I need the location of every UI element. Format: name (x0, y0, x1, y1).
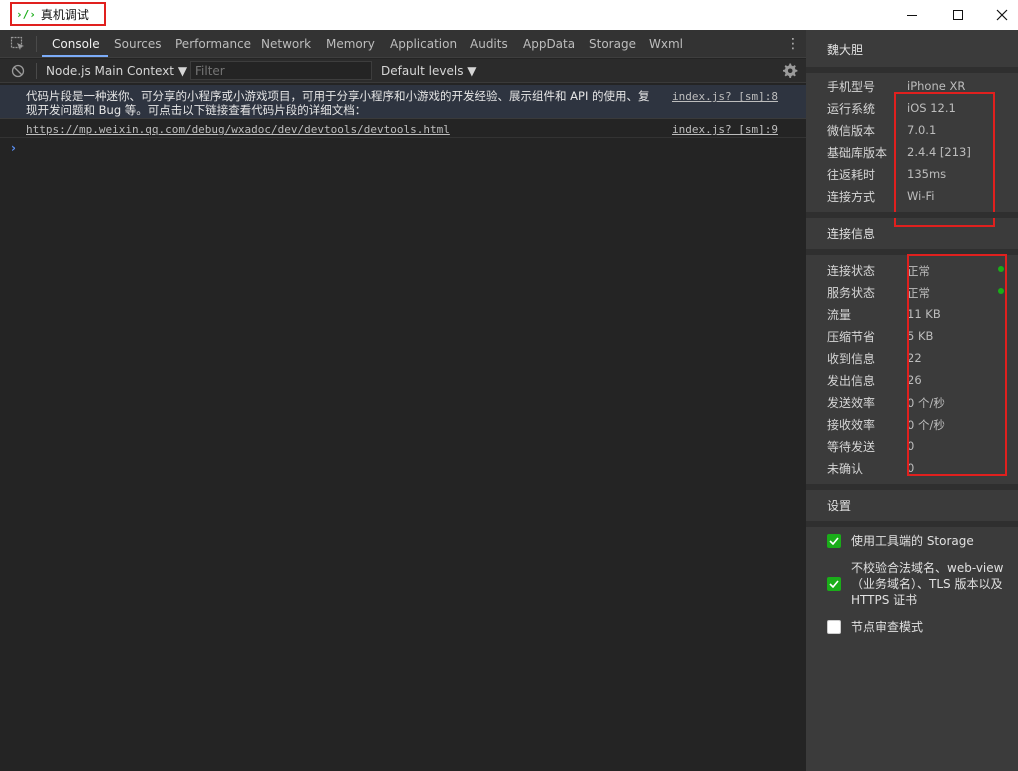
tab-audits[interactable]: Audits (470, 30, 508, 58)
setting-skip-domain-check[interactable]: 不校验合法域名、web-view（业务域名）、TLS 版本以及 HTTPS 证书 (827, 560, 1007, 608)
tab-appdata[interactable]: AppData (523, 30, 575, 58)
active-tab-indicator (42, 55, 108, 57)
close-button[interactable] (979, 0, 1018, 30)
window-titlebar: ›/› 真机调试 (0, 0, 1018, 30)
device-info-label: 连接方式 (827, 190, 876, 204)
console-output: 代码片段是一种迷你、可分享的小程序或小游戏项目，可用于分享小程序和小游戏的开发经… (0, 84, 806, 771)
maximize-icon (953, 10, 963, 20)
tab-performance[interactable]: Performance (175, 30, 251, 58)
user-name: 魏大胆 (827, 43, 864, 57)
tab-separator (36, 36, 37, 52)
inspect-element-icon[interactable] (10, 36, 26, 52)
connection-info-label: 接收效率 (827, 418, 876, 432)
connection-info-label: 等待发送 (827, 440, 876, 454)
minimize-button[interactable] (889, 0, 935, 30)
connection-info-label: 压缩节省 (827, 330, 876, 344)
tab-memory[interactable]: Memory (326, 30, 375, 58)
section-divider (806, 484, 1018, 490)
setting-use-tool-storage[interactable]: 使用工具端的 Storage (827, 533, 1007, 549)
gear-icon[interactable] (781, 62, 798, 79)
section-divider (806, 212, 1018, 218)
annotation-highlight-box (894, 92, 995, 227)
connection-info-label: 连接状态 (827, 264, 876, 278)
log-levels-dropdown[interactable]: Default levels ▼ (381, 59, 477, 83)
tab-application[interactable]: Application (390, 30, 457, 58)
connection-info-label: 收到信息 (827, 352, 876, 366)
tab-network[interactable]: Network (261, 30, 311, 58)
section-divider (806, 67, 1018, 73)
filter-input[interactable] (190, 61, 372, 80)
connection-info-label: 发送效率 (827, 396, 876, 410)
console-message-source-link[interactable]: index.js? [sm]:9 (672, 123, 778, 136)
setting-node-inspect-mode[interactable]: 节点审查模式 (827, 619, 1007, 635)
toolbar-separator (36, 63, 37, 79)
connection-info-label: 流量 (827, 308, 852, 322)
close-icon (996, 9, 1008, 21)
connection-info-header: 连接信息 (827, 227, 876, 241)
checkbox-unchecked-icon[interactable] (827, 620, 841, 634)
window-title: 真机调试 (40, 7, 89, 22)
console-toolbar: Node.js Main Context ▼ Default levels ▼ (0, 59, 806, 83)
device-info-label: 基础库版本 (827, 146, 888, 160)
more-options-icon[interactable]: ⋮ (786, 36, 800, 52)
window-title-area: ›/› 真机调试 (10, 2, 106, 26)
connection-info-label: 发出信息 (827, 374, 876, 388)
device-info-value: iPhone XR (907, 79, 966, 93)
tab-console[interactable]: Console (52, 30, 100, 58)
checkbox-checked-icon[interactable] (827, 577, 841, 591)
tab-wxml[interactable]: Wxml (649, 30, 683, 58)
console-message-text: 代码片段是一种迷你、可分享的小程序或小游戏项目，可用于分享小程序和小游戏的开发经… (26, 89, 650, 117)
clear-console-icon[interactable] (11, 64, 25, 78)
tab-sources[interactable]: Sources (114, 30, 161, 58)
maximize-button[interactable] (935, 0, 981, 30)
settings-header: 设置 (827, 499, 852, 513)
annotation-highlight-box (907, 254, 1007, 476)
console-message: https://mp.weixin.qq.com/debug/wxadoc/de… (0, 120, 806, 138)
minimize-icon (907, 14, 917, 16)
device-info-panel: 魏大胆 手机型号 iPhone XR 运行系统 iOS 12.1 微信版本 7.… (806, 30, 1018, 771)
console-message: 代码片段是一种迷你、可分享的小程序或小游戏项目，可用于分享小程序和小游戏的开发经… (0, 85, 806, 119)
device-info-label: 微信版本 (827, 124, 876, 138)
console-prompt[interactable]: › (11, 141, 16, 155)
connection-info-label: 未确认 (827, 462, 864, 476)
console-message-source-link[interactable]: index.js? [sm]:8 (672, 90, 778, 103)
checkbox-checked-icon[interactable] (827, 534, 841, 548)
device-info-label: 运行系统 (827, 102, 876, 116)
setting-label: 使用工具端的 Storage (851, 534, 974, 548)
setting-label: 不校验合法域名、web-view（业务域名）、TLS 版本以及 HTTPS 证书 (851, 561, 1004, 607)
devtools-tabbar: Console Sources Performance Network Memo… (0, 30, 806, 58)
context-selector[interactable]: Node.js Main Context ▼ (46, 59, 187, 83)
device-info-label: 往返耗时 (827, 168, 876, 182)
devtools-pane: Console Sources Performance Network Memo… (0, 30, 806, 771)
console-message-url-link[interactable]: https://mp.weixin.qq.com/debug/wxadoc/de… (26, 123, 450, 136)
connection-info-label: 服务状态 (827, 286, 876, 300)
setting-label: 节点审查模式 (851, 620, 924, 634)
wechat-devtools-logo-icon: ›/› (16, 7, 36, 21)
device-info-label: 手机型号 (827, 80, 876, 94)
section-divider (806, 521, 1018, 527)
tab-storage[interactable]: Storage (589, 30, 636, 58)
